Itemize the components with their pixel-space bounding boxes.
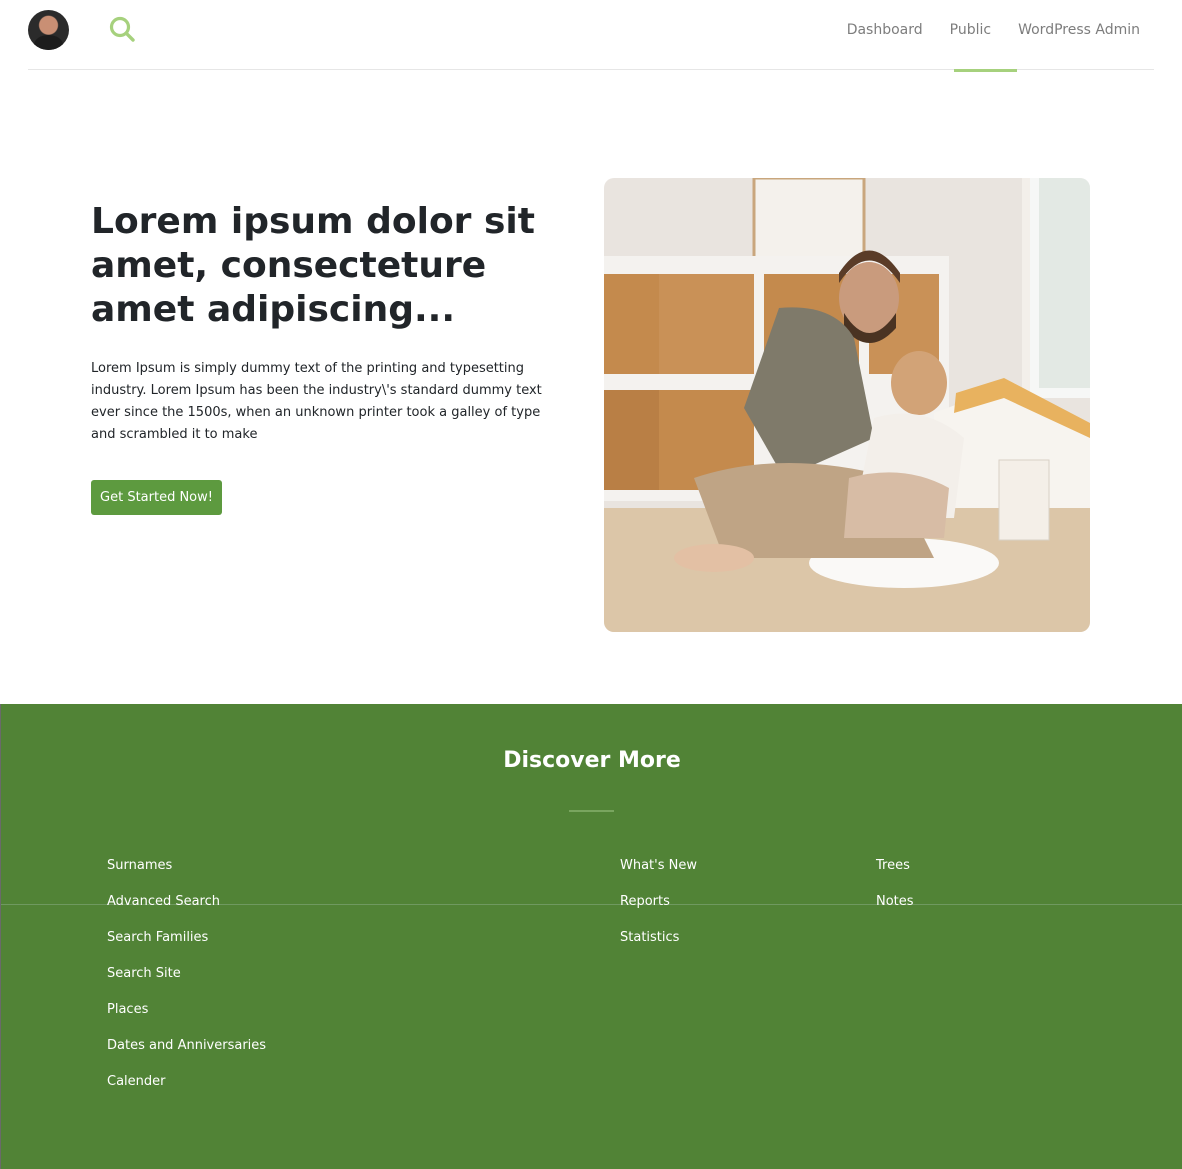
link-surnames[interactable]: Surnames [107, 858, 172, 873]
list-item: Notes [876, 890, 914, 926]
nav-public[interactable]: Public [950, 20, 991, 40]
discover-title: Discover More [503, 748, 681, 773]
link-statistics[interactable]: Statistics [620, 930, 679, 945]
discover-section: Discover More Surnames Advanced Search S… [0, 704, 1182, 1169]
search-icon[interactable] [108, 15, 136, 43]
list-item: Advanced Search [107, 890, 266, 926]
nav-dashboard[interactable]: Dashboard [847, 20, 923, 40]
list-item: What's New [620, 854, 697, 890]
discover-column-2: What's New Reports Statistics [620, 854, 697, 962]
link-whats-new[interactable]: What's New [620, 858, 697, 873]
link-search-families[interactable]: Search Families [107, 930, 208, 945]
link-places[interactable]: Places [107, 1002, 148, 1017]
link-reports[interactable]: Reports [620, 894, 670, 909]
link-trees[interactable]: Trees [876, 858, 910, 873]
hero-photo [604, 178, 1090, 632]
active-nav-indicator [954, 69, 1017, 72]
hero-title: Lorem ipsum dolor sit amet, consecteture… [91, 201, 535, 330]
link-advanced-search[interactable]: Advanced Search [107, 894, 220, 909]
link-search-site[interactable]: Search Site [107, 966, 181, 981]
nav-wordpress-admin[interactable]: WordPress Admin [1018, 20, 1140, 40]
link-calender[interactable]: Calender [107, 1074, 166, 1089]
list-item: Trees [876, 854, 914, 890]
list-item: Search Site [107, 962, 266, 998]
site-header: Dashboard Public WordPress Admin [0, 0, 1182, 72]
link-notes[interactable]: Notes [876, 894, 914, 909]
hero-photo-illustration [604, 178, 1090, 632]
list-item: Reports [620, 890, 697, 926]
link-dates-anniversaries[interactable]: Dates and Anniversaries [107, 1038, 266, 1053]
list-item: Surnames [107, 854, 266, 890]
user-avatar[interactable] [28, 10, 69, 50]
list-item: Dates and Anniversaries [107, 1034, 266, 1070]
list-item: Calender [107, 1070, 266, 1106]
list-item: Statistics [620, 926, 697, 962]
main-nav: Dashboard Public WordPress Admin [847, 20, 1140, 40]
discover-column-3: Trees Notes [876, 854, 914, 926]
list-item: Places [107, 998, 266, 1034]
get-started-button[interactable]: Get Started Now! [91, 480, 222, 515]
discover-column-1: Surnames Advanced Search Search Families… [107, 854, 266, 1106]
hero-text: Lorem Ipsum is simply dummy text of the … [91, 361, 542, 442]
discover-divider [569, 810, 614, 812]
list-item: Search Families [107, 926, 266, 962]
